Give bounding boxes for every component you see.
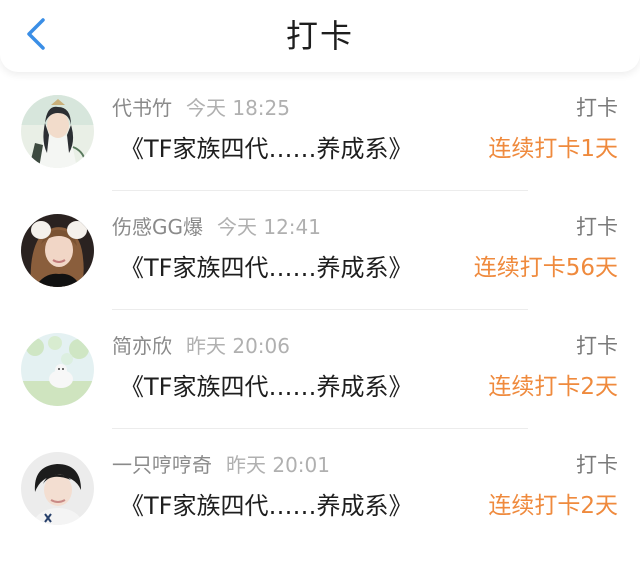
check-in-button[interactable]: 打卡 [576, 213, 618, 241]
streak-label: 连续打卡1天 [488, 136, 618, 162]
streak-label: 连续打卡2天 [488, 493, 618, 519]
avatar[interactable] [21, 333, 94, 406]
username[interactable]: 伤感GG爆 [112, 215, 203, 239]
timestamp: 昨天 20:06 [186, 334, 290, 358]
streak-label: 连续打卡56天 [473, 255, 618, 281]
avatar-image [21, 452, 94, 525]
check-in-row: 一只哼哼奇 昨天 20:01 《TF家族四代……养成系》 打卡 连续打卡2天 [0, 429, 640, 548]
check-in-button[interactable]: 打卡 [576, 332, 618, 360]
entry-meta: 伤感GG爆 今天 12:41 [112, 213, 321, 241]
timestamp: 今天 12:41 [217, 215, 321, 239]
check-in-row: 代书竹 今天 18:25 《TF家族四代……养成系》 打卡 连续打卡1天 [0, 72, 640, 191]
avatar[interactable] [21, 95, 94, 168]
book-title[interactable]: 《TF家族四代……养成系》 [120, 370, 412, 404]
username[interactable]: 代书竹 [112, 96, 172, 120]
avatar-image [21, 95, 94, 168]
username[interactable]: 一只哼哼奇 [112, 453, 212, 477]
check-in-row: 伤感GG爆 今天 12:41 《TF家族四代……养成系》 打卡 连续打卡56天 [0, 191, 640, 310]
avatar-image [21, 214, 94, 287]
check-in-list: 代书竹 今天 18:25 《TF家族四代……养成系》 打卡 连续打卡1天 伤感G… [0, 72, 640, 548]
timestamp: 今天 18:25 [186, 96, 290, 120]
streak-label: 连续打卡2天 [488, 374, 618, 400]
book-title[interactable]: 《TF家族四代……养成系》 [120, 132, 412, 166]
username[interactable]: 简亦欣 [112, 334, 172, 358]
check-in-page: 打卡 代书竹 今天 18:25 《TF家族四代……养成系》 打卡 连续打卡1天 … [0, 0, 640, 569]
page-title: 打卡 [285, 17, 354, 55]
entry-meta: 代书竹 今天 18:25 [112, 94, 290, 122]
book-title[interactable]: 《TF家族四代……养成系》 [120, 251, 412, 285]
check-in-row: 简亦欣 昨天 20:06 《TF家族四代……养成系》 打卡 连续打卡2天 [0, 310, 640, 429]
entry-meta: 一只哼哼奇 昨天 20:01 [112, 451, 330, 479]
entry-meta: 简亦欣 昨天 20:06 [112, 332, 290, 360]
avatar[interactable] [21, 452, 94, 525]
book-title[interactable]: 《TF家族四代……养成系》 [120, 489, 412, 523]
check-in-button[interactable]: 打卡 [576, 451, 618, 479]
top-navigation-bar: 打卡 [0, 0, 640, 72]
timestamp: 昨天 20:01 [226, 453, 330, 477]
avatar-image [21, 333, 94, 406]
check-in-button[interactable]: 打卡 [576, 94, 618, 122]
avatar[interactable] [21, 214, 94, 287]
